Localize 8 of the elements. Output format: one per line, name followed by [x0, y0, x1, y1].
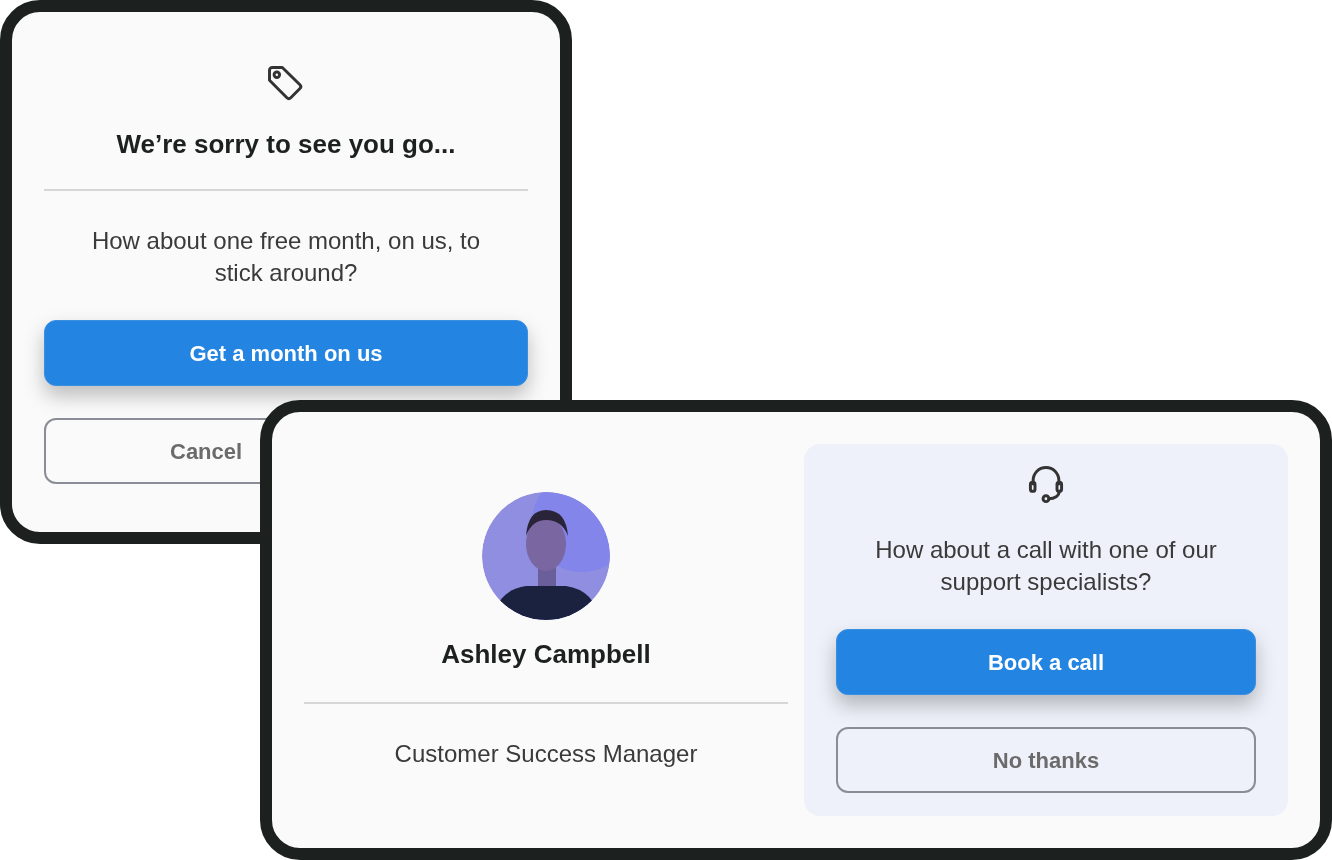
- contact-role: Customer Success Manager: [394, 739, 698, 769]
- offer-message: How about a call with one of our support specialists?: [874, 535, 1218, 597]
- dialog-title: We’re sorry to see you go...: [116, 128, 456, 160]
- offer-message: How about one free month, on us, to stick around?: [90, 226, 482, 288]
- primary-button[interactable]: Book a call: [836, 629, 1256, 695]
- contact-name: Ashley Campbell: [441, 638, 651, 670]
- primary-button[interactable]: Get a month on us: [44, 320, 528, 386]
- secondary-button[interactable]: No thanks: [836, 727, 1256, 793]
